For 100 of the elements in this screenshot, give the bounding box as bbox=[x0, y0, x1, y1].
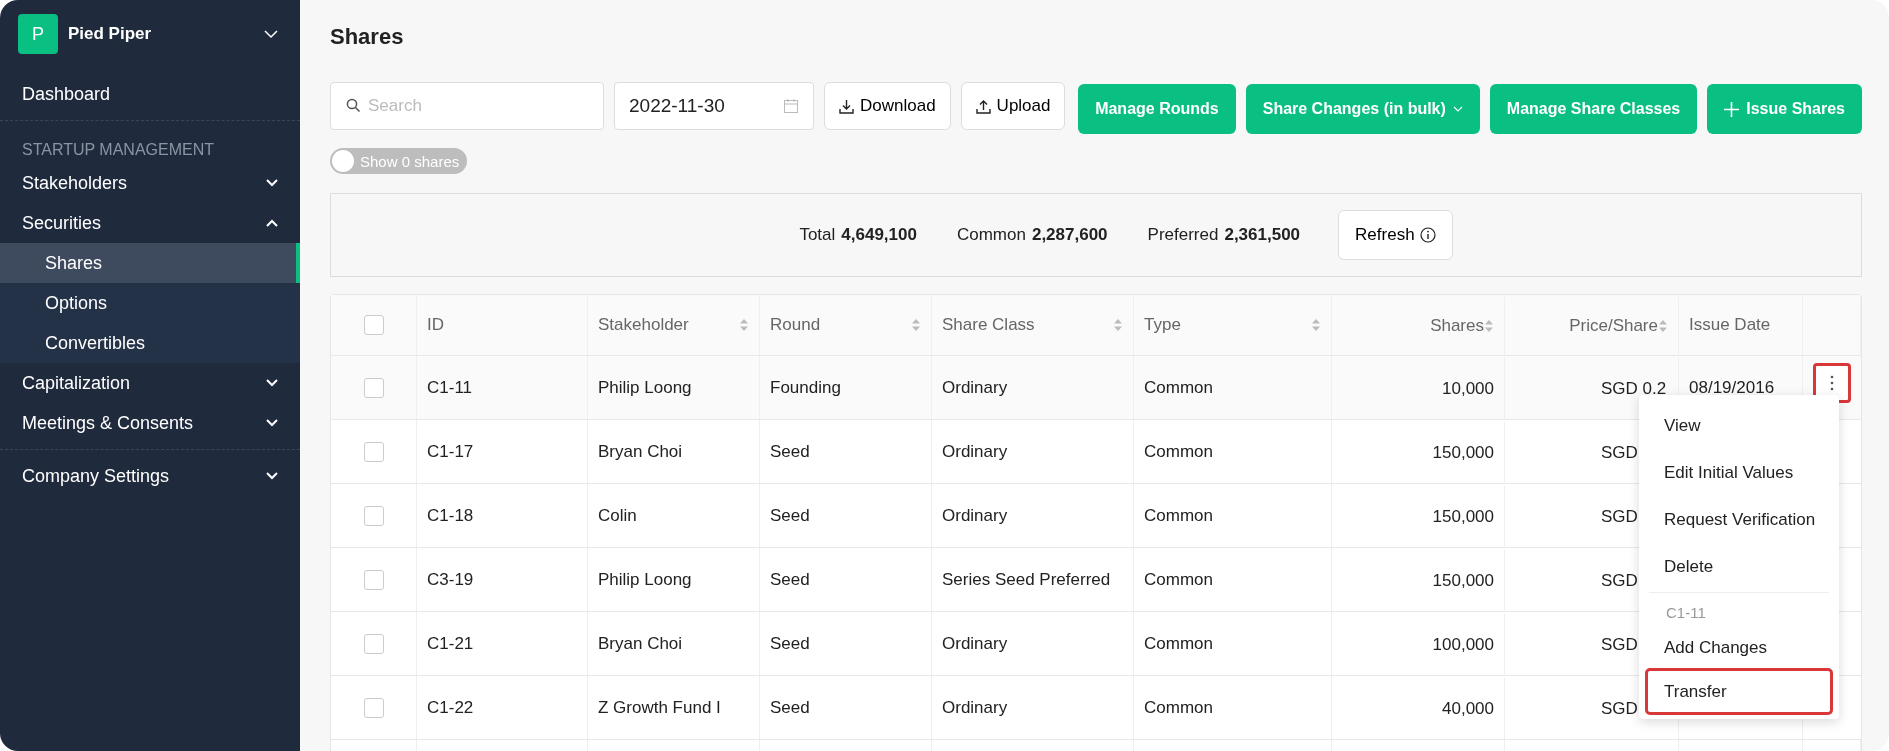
chevron-down-icon bbox=[1452, 106, 1463, 112]
sidebar-item[interactable]: Dashboard bbox=[0, 74, 300, 114]
menu-item[interactable]: Edit Initial Values bbox=[1645, 446, 1833, 493]
table-cell: Common bbox=[1144, 505, 1213, 526]
table-cell: 100,000 bbox=[1432, 634, 1494, 655]
download-icon bbox=[839, 98, 854, 114]
table-cell: Ordinary bbox=[942, 633, 1008, 654]
sort-icon[interactable] bbox=[911, 317, 921, 333]
table-cell: Seed bbox=[770, 697, 810, 718]
table-cell: C3-19 bbox=[427, 569, 474, 590]
table-cell: Ordinary bbox=[942, 377, 1008, 398]
column-header[interactable]: Price/Share bbox=[1505, 297, 1679, 355]
company-logo: P bbox=[18, 14, 58, 54]
sort-icon[interactable] bbox=[1484, 318, 1494, 334]
sidebar-item[interactable]: Company Settings bbox=[0, 456, 300, 496]
sidebar-subitem[interactable]: Shares bbox=[0, 243, 300, 283]
summary-label: Common bbox=[956, 225, 1026, 245]
chevron-down-icon[interactable] bbox=[264, 29, 278, 39]
plus-icon bbox=[1724, 101, 1740, 117]
sort-icon[interactable] bbox=[1113, 317, 1123, 333]
column-header: Issue Date bbox=[1679, 295, 1803, 355]
sidebar-subitem[interactable]: Options bbox=[0, 283, 300, 323]
column-header[interactable]: Type bbox=[1134, 295, 1332, 355]
more-icon bbox=[1830, 374, 1834, 391]
menu-item[interactable]: View bbox=[1645, 399, 1833, 446]
table-cell: C1-18 bbox=[427, 505, 474, 526]
column-header: ID bbox=[417, 295, 588, 355]
menu-item[interactable]: Add Changes bbox=[1645, 621, 1833, 668]
menu-item[interactable]: Transfer bbox=[1645, 668, 1833, 715]
sidebar-subitem[interactable]: Convertibles bbox=[0, 323, 300, 363]
summary-label: Preferred bbox=[1147, 225, 1219, 245]
table-cell: C1-17 bbox=[427, 441, 474, 462]
table-cell: SGD bbox=[1601, 442, 1638, 463]
table-cell: Ordinary bbox=[942, 697, 1008, 718]
table-cell: SGD bbox=[1601, 698, 1638, 719]
row-checkbox[interactable] bbox=[363, 505, 384, 526]
refresh-button[interactable]: Refresh bbox=[1338, 210, 1453, 260]
table-cell: Seed bbox=[770, 441, 810, 462]
table-cell: C1-21 bbox=[427, 633, 474, 654]
table-cell: Common bbox=[1144, 633, 1213, 654]
table-cell: Ordinary bbox=[942, 505, 1008, 526]
info-icon bbox=[1419, 227, 1436, 243]
table-cell: Philip Loong bbox=[598, 377, 692, 398]
section-label: STARTUP MANAGEMENT bbox=[21, 140, 216, 160]
column-header[interactable]: Share Class bbox=[932, 295, 1134, 355]
table-cell: Seed bbox=[770, 633, 810, 654]
menu-item[interactable]: Delete bbox=[1645, 540, 1833, 587]
chevron-down-icon bbox=[266, 472, 278, 480]
table-cell: 10,000 bbox=[1442, 378, 1494, 399]
row-checkbox[interactable] bbox=[363, 633, 384, 654]
table-cell: SGD bbox=[1601, 506, 1638, 527]
table-cell: 40,000 bbox=[1442, 698, 1494, 719]
column-header[interactable]: Round bbox=[760, 295, 932, 355]
sidebar-item[interactable]: Securities bbox=[0, 203, 300, 243]
menu-item[interactable]: Request Verification bbox=[1645, 493, 1833, 540]
sidebar-item[interactable]: Capitalization bbox=[0, 363, 300, 403]
column-header[interactable]: Shares bbox=[1332, 297, 1505, 355]
upload-button[interactable]: Upload bbox=[960, 82, 1066, 130]
table-cell: Common bbox=[1144, 697, 1213, 718]
table-cell: Common bbox=[1144, 377, 1213, 398]
table-cell: Common bbox=[1144, 441, 1213, 462]
summary-value: 2,287,600 bbox=[1031, 225, 1108, 245]
table-cell: Z Growth Fund I bbox=[598, 697, 721, 718]
table-cell: SGD bbox=[1601, 634, 1638, 655]
table-cell: 150,000 bbox=[1432, 506, 1494, 527]
sidebar-item[interactable]: Stakeholders bbox=[0, 163, 300, 203]
search-field[interactable]: Search bbox=[330, 82, 604, 130]
row-checkbox[interactable] bbox=[363, 697, 384, 718]
sort-icon[interactable] bbox=[1658, 318, 1668, 334]
more-button[interactable] bbox=[1813, 362, 1851, 403]
table-cell: Common bbox=[1144, 569, 1213, 590]
summary-value: 2,361,500 bbox=[1224, 225, 1301, 245]
table-cell: Bryan Choi bbox=[598, 633, 683, 654]
table-cell: 150,000 bbox=[1432, 570, 1494, 591]
table-cell: SGD 0.2 bbox=[1601, 378, 1667, 399]
table-cell: 150,000 bbox=[1432, 442, 1494, 463]
sort-icon[interactable] bbox=[739, 317, 749, 333]
select-all-checkbox[interactable] bbox=[363, 315, 384, 335]
row-checkbox[interactable] bbox=[363, 377, 384, 398]
table-cell: Ordinary bbox=[942, 441, 1008, 462]
table-cell: Bryan Choi bbox=[598, 441, 683, 462]
page-title: Shares bbox=[330, 24, 405, 50]
summary-value: 4,649,100 bbox=[841, 225, 917, 245]
company-name[interactable]: Pied Piper bbox=[68, 24, 264, 44]
sort-icon[interactable] bbox=[1311, 317, 1321, 333]
chevron-down-icon bbox=[266, 379, 278, 387]
chevron-down-icon bbox=[266, 179, 278, 187]
summary-label: Total bbox=[799, 225, 836, 245]
row-checkbox[interactable] bbox=[363, 569, 384, 590]
table-cell: Founding bbox=[770, 377, 841, 398]
download-button[interactable]: Download bbox=[824, 82, 951, 130]
menu-heading: C1-11 bbox=[1665, 603, 1707, 621]
date-field[interactable]: 2022-11-30 bbox=[614, 82, 814, 130]
table-cell: Series Seed Preferred bbox=[942, 569, 1111, 590]
sidebar-item[interactable]: Meetings & Consents bbox=[0, 403, 300, 443]
chevron-up-icon bbox=[266, 219, 278, 227]
table-cell: Philip Loong bbox=[598, 569, 692, 590]
column-header[interactable]: Stakeholder bbox=[588, 295, 760, 355]
table-cell: Seed bbox=[770, 505, 810, 526]
row-checkbox[interactable] bbox=[363, 441, 384, 462]
